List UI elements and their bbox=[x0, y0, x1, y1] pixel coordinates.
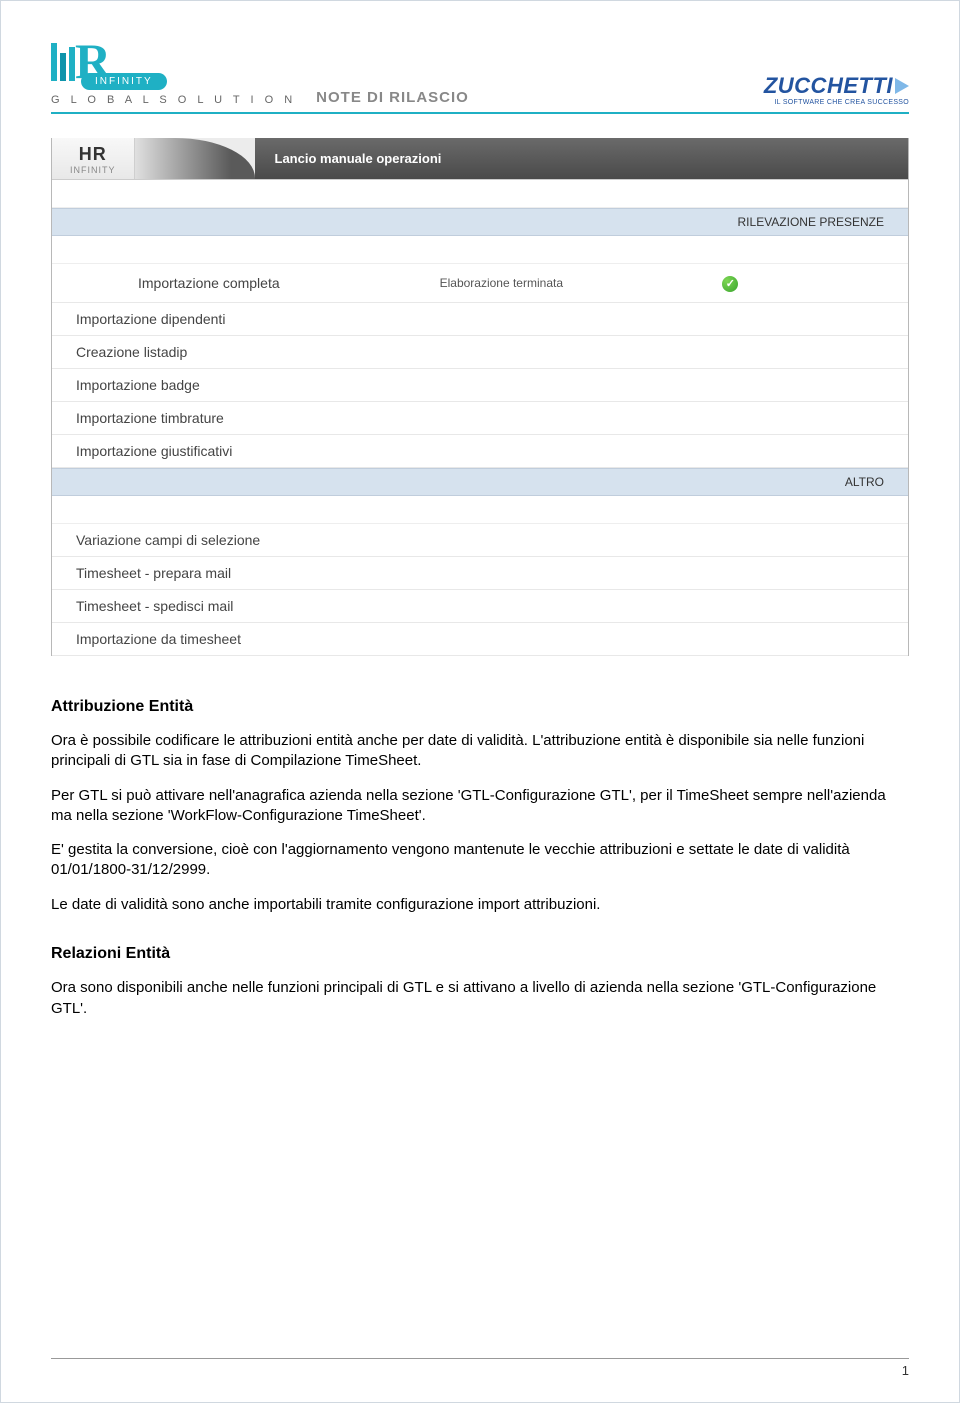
app-brand: HR INFINITY bbox=[52, 138, 135, 179]
logo-badge: INFINITY bbox=[81, 73, 167, 90]
app-brand-hr: HR bbox=[79, 144, 107, 165]
operation-row[interactable]: Importazione giustificativi bbox=[52, 435, 908, 468]
app-screenshot: HR INFINITY Lancio manuale operazioni RI… bbox=[51, 138, 909, 656]
paragraph: Ora è possibile codificare le attribuzio… bbox=[51, 731, 909, 772]
heading-attribuzione: Attribuzione Entità bbox=[51, 696, 909, 718]
window-title: Lancio manuale operazioni bbox=[255, 138, 909, 179]
app-brand-sub: INFINITY bbox=[70, 165, 116, 175]
operation-row[interactable]: Importazione dipendenti bbox=[52, 303, 908, 336]
document-body: Attribuzione Entità Ora è possibile codi… bbox=[51, 696, 909, 1019]
arrow-icon bbox=[895, 78, 909, 94]
paragraph: Ora sono disponibili anche nelle funzion… bbox=[51, 978, 909, 1019]
page-number: 1 bbox=[902, 1363, 909, 1378]
paragraph: E' gestita la conversione, cioè con l'ag… bbox=[51, 840, 909, 881]
vendor-tagline: IL SOFTWARE CHE CREA SUCCESSO bbox=[774, 99, 909, 106]
section-header-altro: ALTRO bbox=[52, 468, 908, 496]
operation-row[interactable]: Timesheet - spedisci mail bbox=[52, 590, 908, 623]
operation-row[interactable]: Creazione listadip bbox=[52, 336, 908, 369]
operation-row[interactable]: Importazione da timesheet bbox=[52, 623, 908, 656]
document-header: R INFINITY G L O B A L S O L U T I O N N… bbox=[51, 41, 909, 114]
section-header-presenze: RILEVAZIONE PRESENZE bbox=[52, 208, 908, 236]
operation-label: Importazione completa bbox=[76, 275, 440, 291]
operation-row[interactable]: Variazione campi di selezione bbox=[52, 524, 908, 557]
vendor-name: ZUCCHETTI bbox=[764, 73, 893, 99]
operation-message: Elaborazione terminata bbox=[440, 276, 723, 290]
operation-row[interactable]: Timesheet - prepara mail bbox=[52, 557, 908, 590]
operation-status-row: Importazione completa Elaborazione termi… bbox=[52, 264, 908, 303]
heading-relazioni: Relazioni Entità bbox=[51, 943, 909, 965]
check-icon: ✓ bbox=[722, 276, 738, 292]
paragraph: Per GTL si può attivare nell'anagrafica … bbox=[51, 786, 909, 827]
page-footer: 1 bbox=[51, 1358, 909, 1378]
operation-row[interactable]: Importazione badge bbox=[52, 369, 908, 402]
document-title: NOTE DI RILASCIO bbox=[316, 89, 469, 106]
operation-row[interactable]: Importazione timbrature bbox=[52, 402, 908, 435]
hr-infinity-logo: R INFINITY G L O B A L S O L U T I O N bbox=[51, 41, 296, 106]
vendor-logo: ZUCCHETTI IL SOFTWARE CHE CREA SUCCESSO bbox=[764, 73, 909, 106]
paragraph: Le date di validità sono anche importabi… bbox=[51, 895, 909, 915]
logo-tagline: G L O B A L S O L U T I O N bbox=[51, 94, 296, 106]
